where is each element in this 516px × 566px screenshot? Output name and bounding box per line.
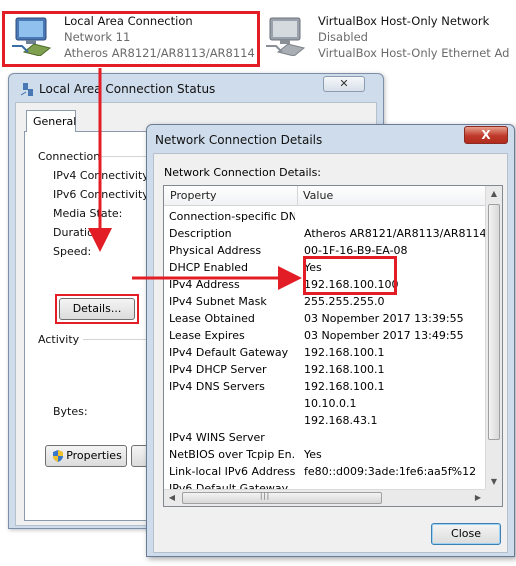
row-property: DHCP Enabled xyxy=(169,261,249,274)
column-header-value[interactable]: Value xyxy=(303,189,333,202)
row-property: Description xyxy=(169,227,232,240)
table-row[interactable]: Connection-specific DN... xyxy=(164,208,486,225)
adapter-status: Disabled xyxy=(318,30,368,44)
properties-button-label: Properties xyxy=(66,449,122,462)
scrollbar-corner xyxy=(485,489,502,506)
horizontal-scroll-thumb[interactable] xyxy=(182,492,382,504)
row-value: 192.168.43.1 xyxy=(304,414,378,427)
status-window-title: Local Area Connection Status xyxy=(39,82,216,96)
table-row[interactable]: 192.168.43.1 xyxy=(164,412,486,429)
properties-button[interactable]: Properties xyxy=(45,445,127,467)
status-window-close-button[interactable]: ✕ xyxy=(323,76,365,92)
speed-label: Speed: xyxy=(53,245,92,258)
row-property: IPv4 Subnet Mask xyxy=(169,295,267,308)
vertical-scrollbar[interactable]: ▲ ▼ xyxy=(485,186,502,490)
network-adapter-disabled-icon xyxy=(266,17,306,56)
row-value: 10.10.0.1 xyxy=(304,397,357,410)
highlight-box-adapter xyxy=(2,11,260,67)
activity-section-label: Activity xyxy=(38,333,80,346)
row-value: Yes xyxy=(304,448,322,461)
vertical-scroll-thumb[interactable] xyxy=(488,204,500,440)
row-property: Lease Expires xyxy=(169,329,245,342)
media-state-label: Media State: xyxy=(53,207,123,220)
table-row[interactable]: Description Atheros AR8121/AR8113/AR8114 … xyxy=(164,225,486,242)
column-header-property[interactable]: Property xyxy=(170,189,217,202)
highlight-box-ip-address xyxy=(303,256,397,295)
table-row[interactable]: IPv4 WINS Server xyxy=(164,429,486,446)
row-property: Link-local IPv6 Address xyxy=(169,465,295,478)
scroll-grip-icon: ||| xyxy=(260,492,271,500)
adapter-device: VirtualBox Host-Only Ethernet Ad... xyxy=(318,46,510,60)
highlight-box-details xyxy=(55,294,139,324)
scroll-up-icon[interactable]: ▲ xyxy=(486,186,502,202)
details-window: Network Connection Details X Network Con… xyxy=(146,124,515,557)
row-value: 192.168.100.1 xyxy=(304,363,385,376)
row-value: 255.255.255.0 xyxy=(304,295,385,308)
table-row[interactable]: Link-local IPv6 Address fe80::d009:3ade:1… xyxy=(164,463,486,480)
row-property: Lease Obtained xyxy=(169,312,255,325)
row-value: fe80::d009:3ade:1fe6:aa5f%12 xyxy=(304,465,477,478)
listview-header: Property Value xyxy=(164,186,486,206)
row-property: IPv4 Address xyxy=(169,278,240,291)
table-row[interactable]: IPv4 Default Gateway 192.168.100.1 xyxy=(164,344,486,361)
table-row[interactable]: IPv4 DNS Servers 192.168.100.1 xyxy=(164,378,486,395)
column-separator[interactable] xyxy=(297,186,298,206)
table-row[interactable]: NetBIOS over Tcpip En... Yes xyxy=(164,446,486,463)
ipv4-connectivity-label: IPv4 Connectivity: xyxy=(53,169,152,182)
tab-general[interactable]: General xyxy=(26,110,76,132)
details-window-title: Network Connection Details xyxy=(155,133,323,147)
row-value: 192.168.100.1 xyxy=(304,380,385,393)
row-property: NetBIOS over Tcpip En... xyxy=(169,448,295,461)
scroll-left-icon[interactable]: ◀ xyxy=(164,490,180,506)
row-property: IPv4 DHCP Server xyxy=(169,363,267,376)
row-value: 03 Nopember 2017 13:39:55 xyxy=(304,312,464,325)
row-value: 192.168.100.1 xyxy=(304,346,385,359)
duration-label: Duration: xyxy=(53,226,105,239)
row-property: IPv4 Default Gateway xyxy=(169,346,289,359)
table-row[interactable]: IPv4 Subnet Mask 255.255.255.0 xyxy=(164,293,486,310)
close-button[interactable]: Close xyxy=(431,523,501,545)
shield-icon xyxy=(53,450,63,462)
adapter-name: VirtualBox Host-Only Network xyxy=(318,14,490,28)
bytes-label: Bytes: xyxy=(53,405,88,418)
details-window-body: Network Connection Details: Property Val… xyxy=(153,153,508,553)
table-row[interactable]: 10.10.0.1 xyxy=(164,395,486,412)
scroll-down-icon[interactable]: ▼ xyxy=(486,474,502,490)
details-window-close-x-button[interactable]: X xyxy=(464,126,508,144)
details-list-caption: Network Connection Details: xyxy=(164,166,322,179)
adapter-virtualbox-host-only[interactable]: VirtualBox Host-Only Network Disabled Vi… xyxy=(262,8,512,66)
horizontal-scrollbar[interactable]: ◀ ||| ▶ xyxy=(164,489,486,506)
row-property: IPv4 DNS Servers xyxy=(169,380,265,393)
network-status-icon xyxy=(20,83,33,96)
connection-section-label: Connection xyxy=(38,150,101,163)
scroll-right-icon[interactable]: ▶ xyxy=(470,490,486,506)
row-value: 03 Nopember 2017 13:49:55 xyxy=(304,329,464,342)
row-property: IPv4 WINS Server xyxy=(169,431,265,444)
row-property: Connection-specific DN... xyxy=(169,210,295,223)
row-value: Atheros AR8121/AR8113/AR8114 PC xyxy=(304,227,486,240)
table-row[interactable]: Lease Expires 03 Nopember 2017 13:49:55 xyxy=(164,327,486,344)
table-row[interactable]: Lease Obtained 03 Nopember 2017 13:39:55 xyxy=(164,310,486,327)
table-row[interactable]: IPv4 DHCP Server 192.168.100.1 xyxy=(164,361,486,378)
details-listview[interactable]: Property Value Connection-specific DN...… xyxy=(163,185,503,507)
ipv6-connectivity-label: IPv6 Connectivity: xyxy=(53,188,152,201)
row-property: Physical Address xyxy=(169,244,262,257)
